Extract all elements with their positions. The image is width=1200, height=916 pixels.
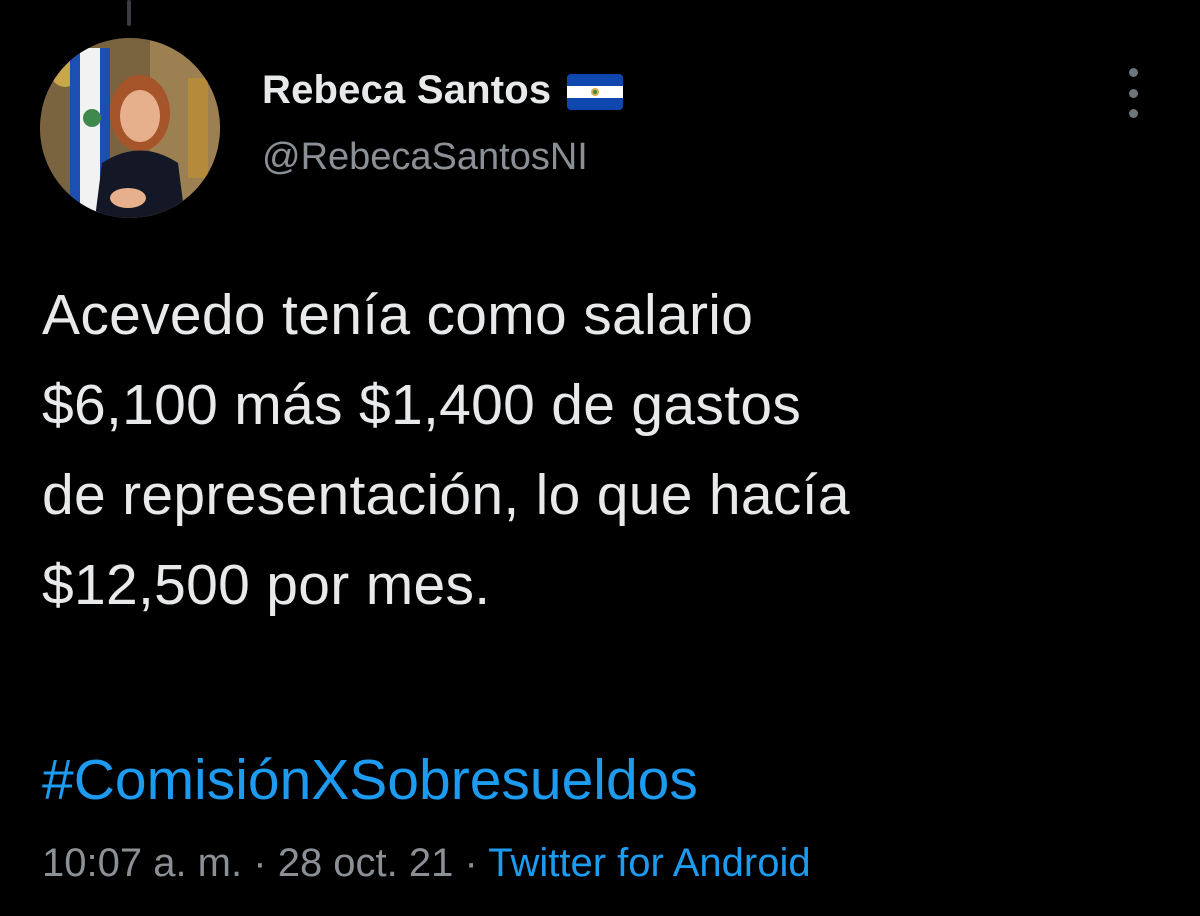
tweet-metadata: 10:07 a. m. · 28 oct. 21 · Twitter for A… — [42, 835, 811, 891]
hashtag-link[interactable]: #ComisiónXSobresueldos — [42, 740, 698, 820]
el-salvador-flag-icon — [567, 74, 624, 110]
tweet-text-line: $6,100 más $1,400 de gastos — [42, 373, 802, 437]
avatar-photo-icon — [40, 38, 220, 218]
thread-connector-line — [127, 0, 131, 26]
author-name-row: Rebeca Santos — [262, 62, 624, 118]
tweet-source-link[interactable]: Twitter for Android — [488, 841, 810, 885]
more-dot-icon — [1128, 88, 1138, 98]
tweet-text-line: $12,500 por mes. — [42, 553, 491, 617]
author-display-name[interactable]: Rebeca Santos — [262, 68, 551, 113]
author-avatar[interactable] — [40, 38, 220, 218]
tweet-header: Rebeca Santos @RebecaSantosNI — [262, 62, 624, 179]
tweet-body: Acevedo tenía como salario $6,100 más $1… — [42, 270, 1162, 630]
more-dot-icon — [1128, 68, 1138, 77]
more-dot-icon — [1128, 109, 1138, 118]
tweet-text-line: Acevedo tenía como salario — [42, 283, 754, 347]
meta-separator: · — [253, 841, 267, 885]
more-options-button[interactable] — [1118, 68, 1148, 118]
tweet-time[interactable]: 10:07 a. m. — [42, 841, 242, 885]
author-handle[interactable]: @RebecaSantosNI — [262, 136, 623, 179]
tweet-date[interactable]: 28 oct. 21 — [278, 841, 454, 885]
meta-separator: · — [464, 841, 478, 885]
tweet-text-line: de representación, lo que hacía — [42, 463, 850, 527]
